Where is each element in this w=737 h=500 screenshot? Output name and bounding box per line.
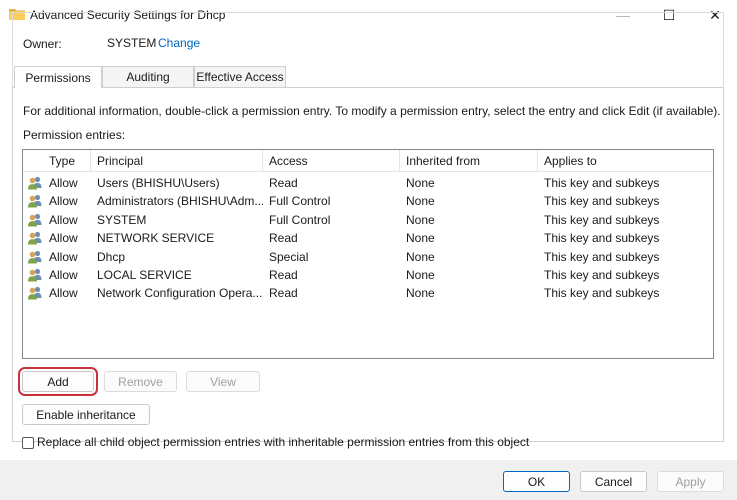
cell-applies-to: This key and subkeys xyxy=(544,176,660,190)
tab-auditing[interactable]: Auditing xyxy=(102,66,194,87)
column-header-inherited-from[interactable]: Inherited from xyxy=(400,150,538,172)
owner-value: SYSTEM xyxy=(107,36,157,50)
user-group-icon xyxy=(27,249,43,265)
owner-label: Owner: xyxy=(23,37,62,51)
column-header-principal[interactable]: Principal xyxy=(91,150,263,172)
cell-applies-to: This key and subkeys xyxy=(544,286,660,301)
remove-button: Remove xyxy=(104,371,177,392)
user-group-icon xyxy=(27,212,43,228)
user-group-icon xyxy=(27,193,43,209)
add-button[interactable]: Add xyxy=(18,367,98,396)
apply-button-label: Apply xyxy=(675,474,706,489)
enable-inheritance-label: Enable inheritance xyxy=(36,407,136,422)
cell-access: Special xyxy=(269,249,309,264)
apply-button: Apply xyxy=(657,471,724,492)
tab-label: Effective Access xyxy=(196,70,284,84)
cell-applies-to: This key and subkeys xyxy=(544,231,660,246)
cell-access: Read xyxy=(269,176,298,190)
replace-child-permissions-label[interactable]: Replace all child object permission entr… xyxy=(37,435,529,449)
cell-applies-to: This key and subkeys xyxy=(544,268,660,282)
add-button-label: Add xyxy=(47,374,69,389)
view-button: View xyxy=(186,371,260,392)
cell-principal: LOCAL SERVICE xyxy=(97,268,192,282)
cell-principal: Dhcp xyxy=(97,249,126,264)
column-header-type[interactable]: Type xyxy=(43,150,91,172)
column-header-access[interactable]: Access xyxy=(263,150,400,172)
cell-inherited-from: None xyxy=(406,194,435,209)
cell-applies-to: This key and subkeys xyxy=(544,194,660,209)
tab-label: Permissions xyxy=(25,70,91,85)
cell-type: Allow xyxy=(49,194,78,209)
cell-principal: Network Configuration Opera... xyxy=(97,286,263,301)
cancel-button[interactable]: Cancel xyxy=(580,471,647,492)
cell-inherited-from: None xyxy=(406,176,435,190)
tab-permissions[interactable]: Permissions xyxy=(14,66,102,88)
cell-inherited-from: None xyxy=(406,249,435,264)
cell-type: Allow xyxy=(49,176,78,190)
cell-principal: SYSTEM xyxy=(97,212,147,227)
permission-entries-label: Permission entries: xyxy=(23,128,126,142)
cell-inherited-from: None xyxy=(406,231,435,246)
cell-access: Full Control xyxy=(269,212,331,227)
column-header-applies-to[interactable]: Applies to xyxy=(538,150,713,172)
table-row[interactable]: Allow Administrators (BHISHU\Adm... Full C… xyxy=(23,192,713,210)
table-row[interactable]: Allow Users (BHISHU\Users) Read None This ke… xyxy=(23,174,713,192)
user-group-icon xyxy=(27,230,43,246)
ok-button-label: OK xyxy=(527,474,546,489)
cell-applies-to: This key and subkeys xyxy=(544,212,660,227)
ok-button[interactable]: OK xyxy=(503,471,570,492)
user-group-icon xyxy=(27,175,43,191)
replace-child-permissions-checkbox[interactable] xyxy=(22,437,34,449)
table-row[interactable]: Allow Dhcp Special None This key and subkeys xyxy=(23,248,713,266)
cell-type: Allow xyxy=(49,268,78,282)
cell-type: Allow xyxy=(49,231,78,246)
cell-principal: NETWORK SERVICE xyxy=(97,231,215,246)
cell-principal: Users (BHISHU\Users) xyxy=(97,176,220,190)
enable-inheritance-button[interactable]: Enable inheritance xyxy=(22,404,150,425)
cell-inherited-from: None xyxy=(406,268,435,282)
cell-access: Full Control xyxy=(269,194,331,209)
tab-effective-access[interactable]: Effective Access xyxy=(194,66,286,87)
table-row[interactable]: Allow SYSTEM Full Control None This key and … xyxy=(23,211,713,229)
info-text: For additional information, double-click… xyxy=(23,104,721,118)
cell-principal: Administrators (BHISHU\Adm... xyxy=(97,194,263,209)
cell-inherited-from: None xyxy=(406,212,435,227)
cell-type: Allow xyxy=(49,249,78,264)
remove-button-label: Remove xyxy=(118,374,163,389)
tab-label: Auditing xyxy=(126,70,170,84)
cell-applies-to: This key and subkeys xyxy=(544,249,660,264)
cancel-button-label: Cancel xyxy=(594,474,633,489)
cell-access: Read xyxy=(269,231,298,246)
cell-access: Read xyxy=(269,286,298,301)
permission-entries-list[interactable]: Type Principal Access Inherited from App… xyxy=(22,149,714,359)
view-button-label: View xyxy=(210,374,236,389)
cell-inherited-from: None xyxy=(406,286,435,301)
user-group-icon xyxy=(27,285,43,301)
table-row[interactable]: Allow Network Configuration Opera... Read N… xyxy=(23,284,713,302)
change-owner-link[interactable]: Change xyxy=(158,36,200,50)
cell-type: Allow xyxy=(49,286,78,301)
table-row[interactable]: Allow NETWORK SERVICE Read None This key and… xyxy=(23,229,713,247)
cell-type: Allow xyxy=(49,212,78,227)
table-row[interactable]: Allow LOCAL SERVICE Read None This key and s… xyxy=(23,266,713,284)
cell-access: Read xyxy=(269,268,298,282)
list-header: Type Principal Access Inherited from App… xyxy=(23,150,713,172)
user-group-icon xyxy=(27,267,43,283)
